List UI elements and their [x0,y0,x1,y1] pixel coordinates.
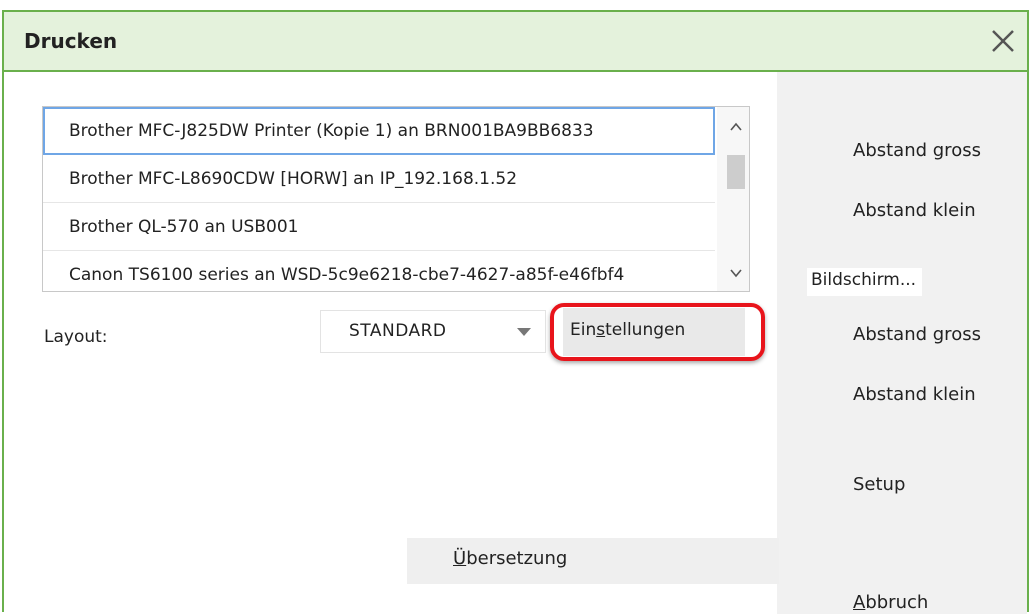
layout-select[interactable]: STANDARD [320,310,546,353]
settings-highlight-marker [550,303,765,361]
printer-list-item[interactable]: Brother MFC-L8690CDW [HORW] an IP_192.16… [43,155,715,203]
screen-gap-small-button[interactable]: Abstand klein [853,384,976,405]
printer-list-item-selected[interactable]: Brother MFC-J825DW Printer (Kopie 1) an … [43,107,715,155]
screen-gap-large-button[interactable]: Abstand gross [853,324,981,345]
translation-button-label: Übersetzung [453,548,568,569]
scroll-down-icon[interactable] [726,265,746,281]
right-action-panel: Abstand gross Abstand klein Bildschirm..… [777,72,1027,614]
scroll-thumb[interactable] [727,155,745,189]
list-scrollbar[interactable] [717,107,749,291]
title-bar: Drucken [4,12,1027,72]
chevron-down-icon [517,328,531,336]
printer-list[interactable]: Brother MFC-J825DW Printer (Kopie 1) an … [42,106,750,292]
scroll-up-icon[interactable] [726,119,746,135]
layout-label: Layout: [44,327,108,347]
cancel-label: bbruch [865,592,929,613]
printer-list-item[interactable]: Brother QL-570 an USB001 [43,203,715,251]
screen-section-label: Bildschirm... [807,268,923,296]
printer-gap-small-button[interactable]: Abstand klein [853,200,976,221]
cancel-button[interactable]: Abbruch [853,592,928,613]
printer-list-item[interactable]: Canon TS6100 series an WSD-5c9e6218-cbe7… [43,251,715,291]
cancel-mnemonic: A [853,592,866,613]
close-icon[interactable] [985,23,1021,59]
dialog-title: Drucken [24,29,118,53]
translation-button[interactable]: Übersetzung [407,538,779,584]
setup-button[interactable]: Setup [853,474,905,495]
layout-select-value: STANDARD [349,321,447,341]
printer-gap-large-button[interactable]: Abstand gross [853,140,981,161]
